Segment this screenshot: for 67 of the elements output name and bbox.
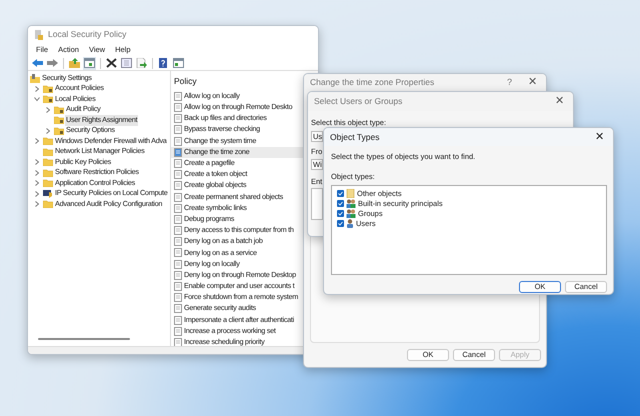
help-button[interactable]: ? — [498, 76, 520, 90]
close-button[interactable]: ✕ — [592, 132, 607, 142]
window-title: Local Security Policy — [48, 28, 126, 41]
dialog-title: Object Types — [330, 130, 380, 144]
help-icon[interactable] — [158, 58, 169, 68]
policy-icon — [174, 192, 182, 202]
names-field[interactable] — [311, 188, 323, 220]
security-settings-icon — [30, 74, 40, 83]
policy-icon — [174, 114, 182, 124]
policy-icon — [174, 282, 182, 292]
computer-shield-icon — [43, 189, 53, 198]
console-icon[interactable] — [173, 58, 184, 68]
policy-icon — [174, 103, 182, 112]
folder-lock-icon — [43, 95, 53, 104]
expand-caret-icon[interactable] — [45, 106, 51, 113]
folder-lock-icon — [54, 116, 64, 124]
policy-icon — [174, 170, 182, 180]
dialog-title: Select Users or Groups — [314, 95, 402, 108]
folder-up-icon[interactable] — [69, 58, 80, 68]
policy-icon — [174, 226, 182, 236]
policy-icon — [174, 326, 182, 336]
policy-icon — [174, 136, 182, 146]
policy-icon — [174, 237, 182, 246]
properties-icon[interactable] — [121, 58, 132, 68]
forward-arrow-icon[interactable] — [47, 58, 58, 68]
expand-caret-icon[interactable] — [34, 170, 40, 176]
expand-caret-icon[interactable] — [34, 190, 40, 197]
delete-icon[interactable] — [106, 58, 117, 68]
policy-icon — [174, 148, 182, 157]
expand-caret-icon[interactable] — [34, 86, 40, 92]
export-icon[interactable] — [136, 58, 147, 68]
checkbox[interactable] — [337, 220, 344, 227]
checkbox[interactable] — [337, 190, 344, 197]
expand-caret-icon[interactable] — [34, 159, 40, 166]
policy-icon — [174, 338, 182, 346]
checkbox[interactable] — [337, 200, 344, 207]
policy-icon — [174, 260, 182, 269]
folder-lock-icon — [54, 126, 64, 135]
policy-icon — [174, 92, 182, 101]
folder-lock-icon — [54, 106, 64, 114]
back-arrow-icon[interactable] — [32, 58, 43, 68]
policy-icon — [174, 316, 182, 325]
expand-caret-icon[interactable] — [34, 138, 40, 144]
policy-icon — [174, 125, 182, 134]
scrollbar-thumb[interactable] — [38, 338, 130, 340]
policy-icon — [174, 304, 182, 314]
user-icon — [346, 219, 354, 228]
policy-icon — [174, 214, 182, 224]
folder-lock-icon — [43, 84, 53, 93]
dialog-title: Change the time zone Properties — [310, 76, 434, 89]
close-button[interactable]: ✕ — [525, 77, 540, 88]
checkbox[interactable] — [337, 210, 344, 217]
policy-icon — [174, 248, 182, 258]
expand-caret-icon[interactable] — [34, 201, 40, 208]
policy-icon — [174, 204, 182, 213]
app-icon — [34, 30, 43, 40]
policy-icon — [174, 293, 182, 302]
users-icon — [346, 199, 356, 208]
collapse-caret-icon[interactable] — [34, 96, 40, 102]
users-icon — [346, 209, 356, 218]
close-button[interactable]: ✕ — [552, 96, 567, 107]
policy-icon — [174, 158, 182, 168]
policy-icon — [174, 270, 182, 280]
expand-caret-icon[interactable] — [34, 180, 40, 186]
panel-icon[interactable] — [84, 58, 95, 68]
policy-icon — [174, 181, 182, 190]
expand-caret-icon[interactable] — [45, 128, 51, 134]
